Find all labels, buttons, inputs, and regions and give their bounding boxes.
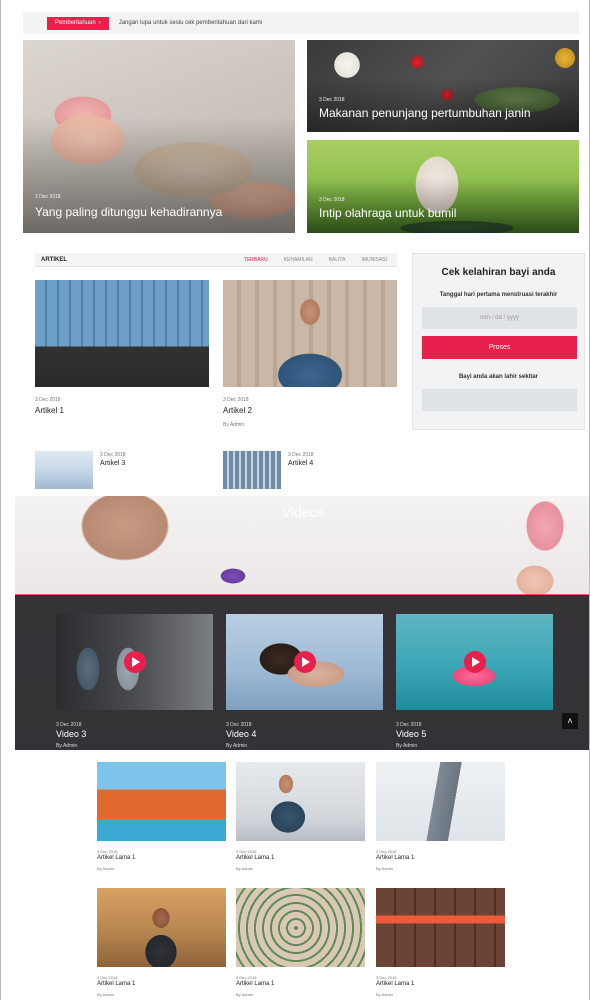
video-5-date: 3 Dec 2018 — [396, 722, 422, 728]
video-5-author: By Admin — [396, 743, 418, 749]
article-2-author: By Admin — [223, 422, 245, 428]
video-4-date: 3 Dec 2018 — [226, 722, 252, 728]
old-article-1-author: By Admin — [97, 866, 114, 871]
old-article-2-date: 3 Dec 2018 — [236, 849, 257, 854]
article-4-thumbnail[interactable] — [223, 451, 281, 489]
page: Pemberitahuan › Jangan lupa untuk sesiu … — [0, 0, 590, 1000]
old-article-6-date: 3 Dec 2018 — [376, 975, 397, 980]
tab-balita[interactable]: BALITA — [329, 257, 346, 263]
old-article-5-date: 3 Dec 2018 — [236, 975, 257, 980]
calculator-result-field — [422, 389, 577, 411]
old-article-6-author: By Admin — [376, 992, 393, 997]
hero-yoga-date: 3 Dec 2018 — [319, 197, 345, 203]
article-3-thumbnail[interactable] — [35, 451, 93, 489]
old-article-4-date: 3 Dec 2018 — [97, 975, 118, 980]
article-2-title[interactable]: Artikel 2 — [223, 406, 252, 415]
old-article-2-title[interactable]: Artikel Lama 1 — [236, 855, 274, 861]
video-3-thumbnail[interactable] — [56, 614, 213, 710]
article-4-title[interactable]: Artikel 4 — [288, 460, 313, 467]
hero-main-card[interactable]: 3 Dec 2018 Yang paling ditunggu kehadira… — [23, 40, 295, 233]
video-4-title[interactable]: Video 4 — [226, 729, 256, 739]
article-3-title[interactable]: Artikel 3 — [100, 460, 125, 467]
hero-yoga-card[interactable]: 3 Dec 2018 Intip olahraga untuk bumil — [307, 140, 579, 233]
video-5-title[interactable]: Video 5 — [396, 729, 426, 739]
calculator-result-label: Bayi anda akan lahir sekitar — [458, 374, 539, 380]
notice-bar: Pemberitahuan › Jangan lupa untuk sesiu … — [23, 12, 579, 34]
calculator-process-button[interactable]: Proses — [422, 336, 577, 359]
old-article-1-date: 3 Dec 2018 — [97, 849, 118, 854]
old-article-3-title[interactable]: Artikel Lama 1 — [376, 855, 414, 861]
birth-calculator: Cek kelahiran bayi anda Tanggal hari per… — [412, 253, 585, 430]
articles-tabs: TERBARU KEHAMILAN BALITA IMUNISASI — [244, 257, 387, 263]
article-3-date: 3 Dec 2018 — [100, 452, 126, 458]
articles-title: ARTIKEL — [41, 256, 67, 263]
tab-imunisasi[interactable]: IMUNISASI — [361, 257, 387, 263]
old-article-4-author: By Admin — [97, 992, 114, 997]
video-5-thumbnail[interactable] — [396, 614, 553, 710]
old-article-2-image[interactable] — [236, 762, 365, 841]
article-1-image[interactable] — [35, 280, 209, 387]
article-1-date: 3 Dec 2018 — [35, 397, 61, 403]
article-2-date: 3 Dec 2018 — [223, 397, 249, 403]
calculator-title: Cek kelahiran bayi anda — [441, 267, 556, 278]
notice-button-label: Pemberitahuan — [55, 20, 96, 26]
videos-title: Videos — [281, 504, 325, 520]
notice-text: Jangan lupa untuk sesiu cek pemberitahua… — [118, 20, 263, 26]
tab-kehamilan[interactable]: KEHAMILAN — [284, 257, 313, 263]
video-4-author: By Admin — [226, 743, 248, 749]
old-article-4-image[interactable] — [97, 888, 226, 967]
play-icon[interactable] — [293, 651, 316, 673]
article-4-date: 3 Dec 2018 — [288, 452, 314, 458]
video-3-title[interactable]: Video 3 — [56, 729, 86, 739]
old-article-5-author: By Admin — [236, 992, 253, 997]
video-3-date: 3 Dec 2018 — [56, 722, 82, 728]
old-article-3-date: 3 Dec 2018 — [376, 849, 397, 854]
tab-terbaru[interactable]: TERBARU — [244, 257, 268, 263]
old-article-5-image[interactable] — [236, 888, 365, 967]
hero-food-date: 3 Dec 2018 — [319, 97, 345, 103]
hero-main-date: 3 Dec 2018 — [35, 194, 61, 200]
hero-food-title[interactable]: Makanan penunjang pertumbuhan janin — [319, 106, 531, 120]
article-2-image[interactable] — [223, 280, 397, 387]
videos-section: Videos 3 Dec 2018 Video 3 By Admin 3 Dec… — [15, 496, 589, 750]
old-article-1-image[interactable] — [97, 762, 226, 841]
play-icon[interactable] — [123, 651, 146, 673]
chevron-up-icon[interactable]: ˄ — [562, 713, 578, 729]
notice-button[interactable]: Pemberitahuan › — [47, 16, 109, 30]
video-3-author: By Admin — [56, 743, 78, 749]
chevron-right-icon: › — [98, 20, 101, 26]
calculator-date-input[interactable]: mm / dd / yyyy — [422, 307, 577, 329]
calculator-date-label: Tanggal hari pertama menstruasi terakhir — [439, 292, 558, 298]
play-icon[interactable] — [463, 651, 486, 673]
old-article-6-image[interactable] — [376, 888, 505, 967]
article-1-title[interactable]: Artikel 1 — [35, 406, 64, 415]
hero-yoga-title[interactable]: Intip olahraga untuk bumil — [319, 206, 456, 220]
old-article-1-title[interactable]: Artikel Lama 1 — [97, 855, 135, 861]
hero-main-title[interactable]: Yang paling ditunggu kehadirannya — [35, 205, 222, 219]
hero-food-card[interactable]: 3 Dec 2018 Makanan penunjang pertumbuhan… — [307, 40, 579, 132]
video-4-thumbnail[interactable] — [226, 614, 383, 710]
hero-overlay — [307, 76, 579, 132]
old-article-3-image[interactable] — [376, 762, 505, 841]
old-article-3-author: By Admin — [376, 866, 393, 871]
old-article-2-author: By Admin — [236, 866, 253, 871]
old-article-4-title[interactable]: Artikel Lama 1 — [97, 981, 135, 987]
old-article-5-title[interactable]: Artikel Lama 1 — [236, 981, 274, 987]
articles-header: ARTIKEL TERBARU KEHAMILAN BALITA IMUNISA… — [35, 253, 397, 267]
old-article-6-title[interactable]: Artikel Lama 1 — [376, 981, 414, 987]
